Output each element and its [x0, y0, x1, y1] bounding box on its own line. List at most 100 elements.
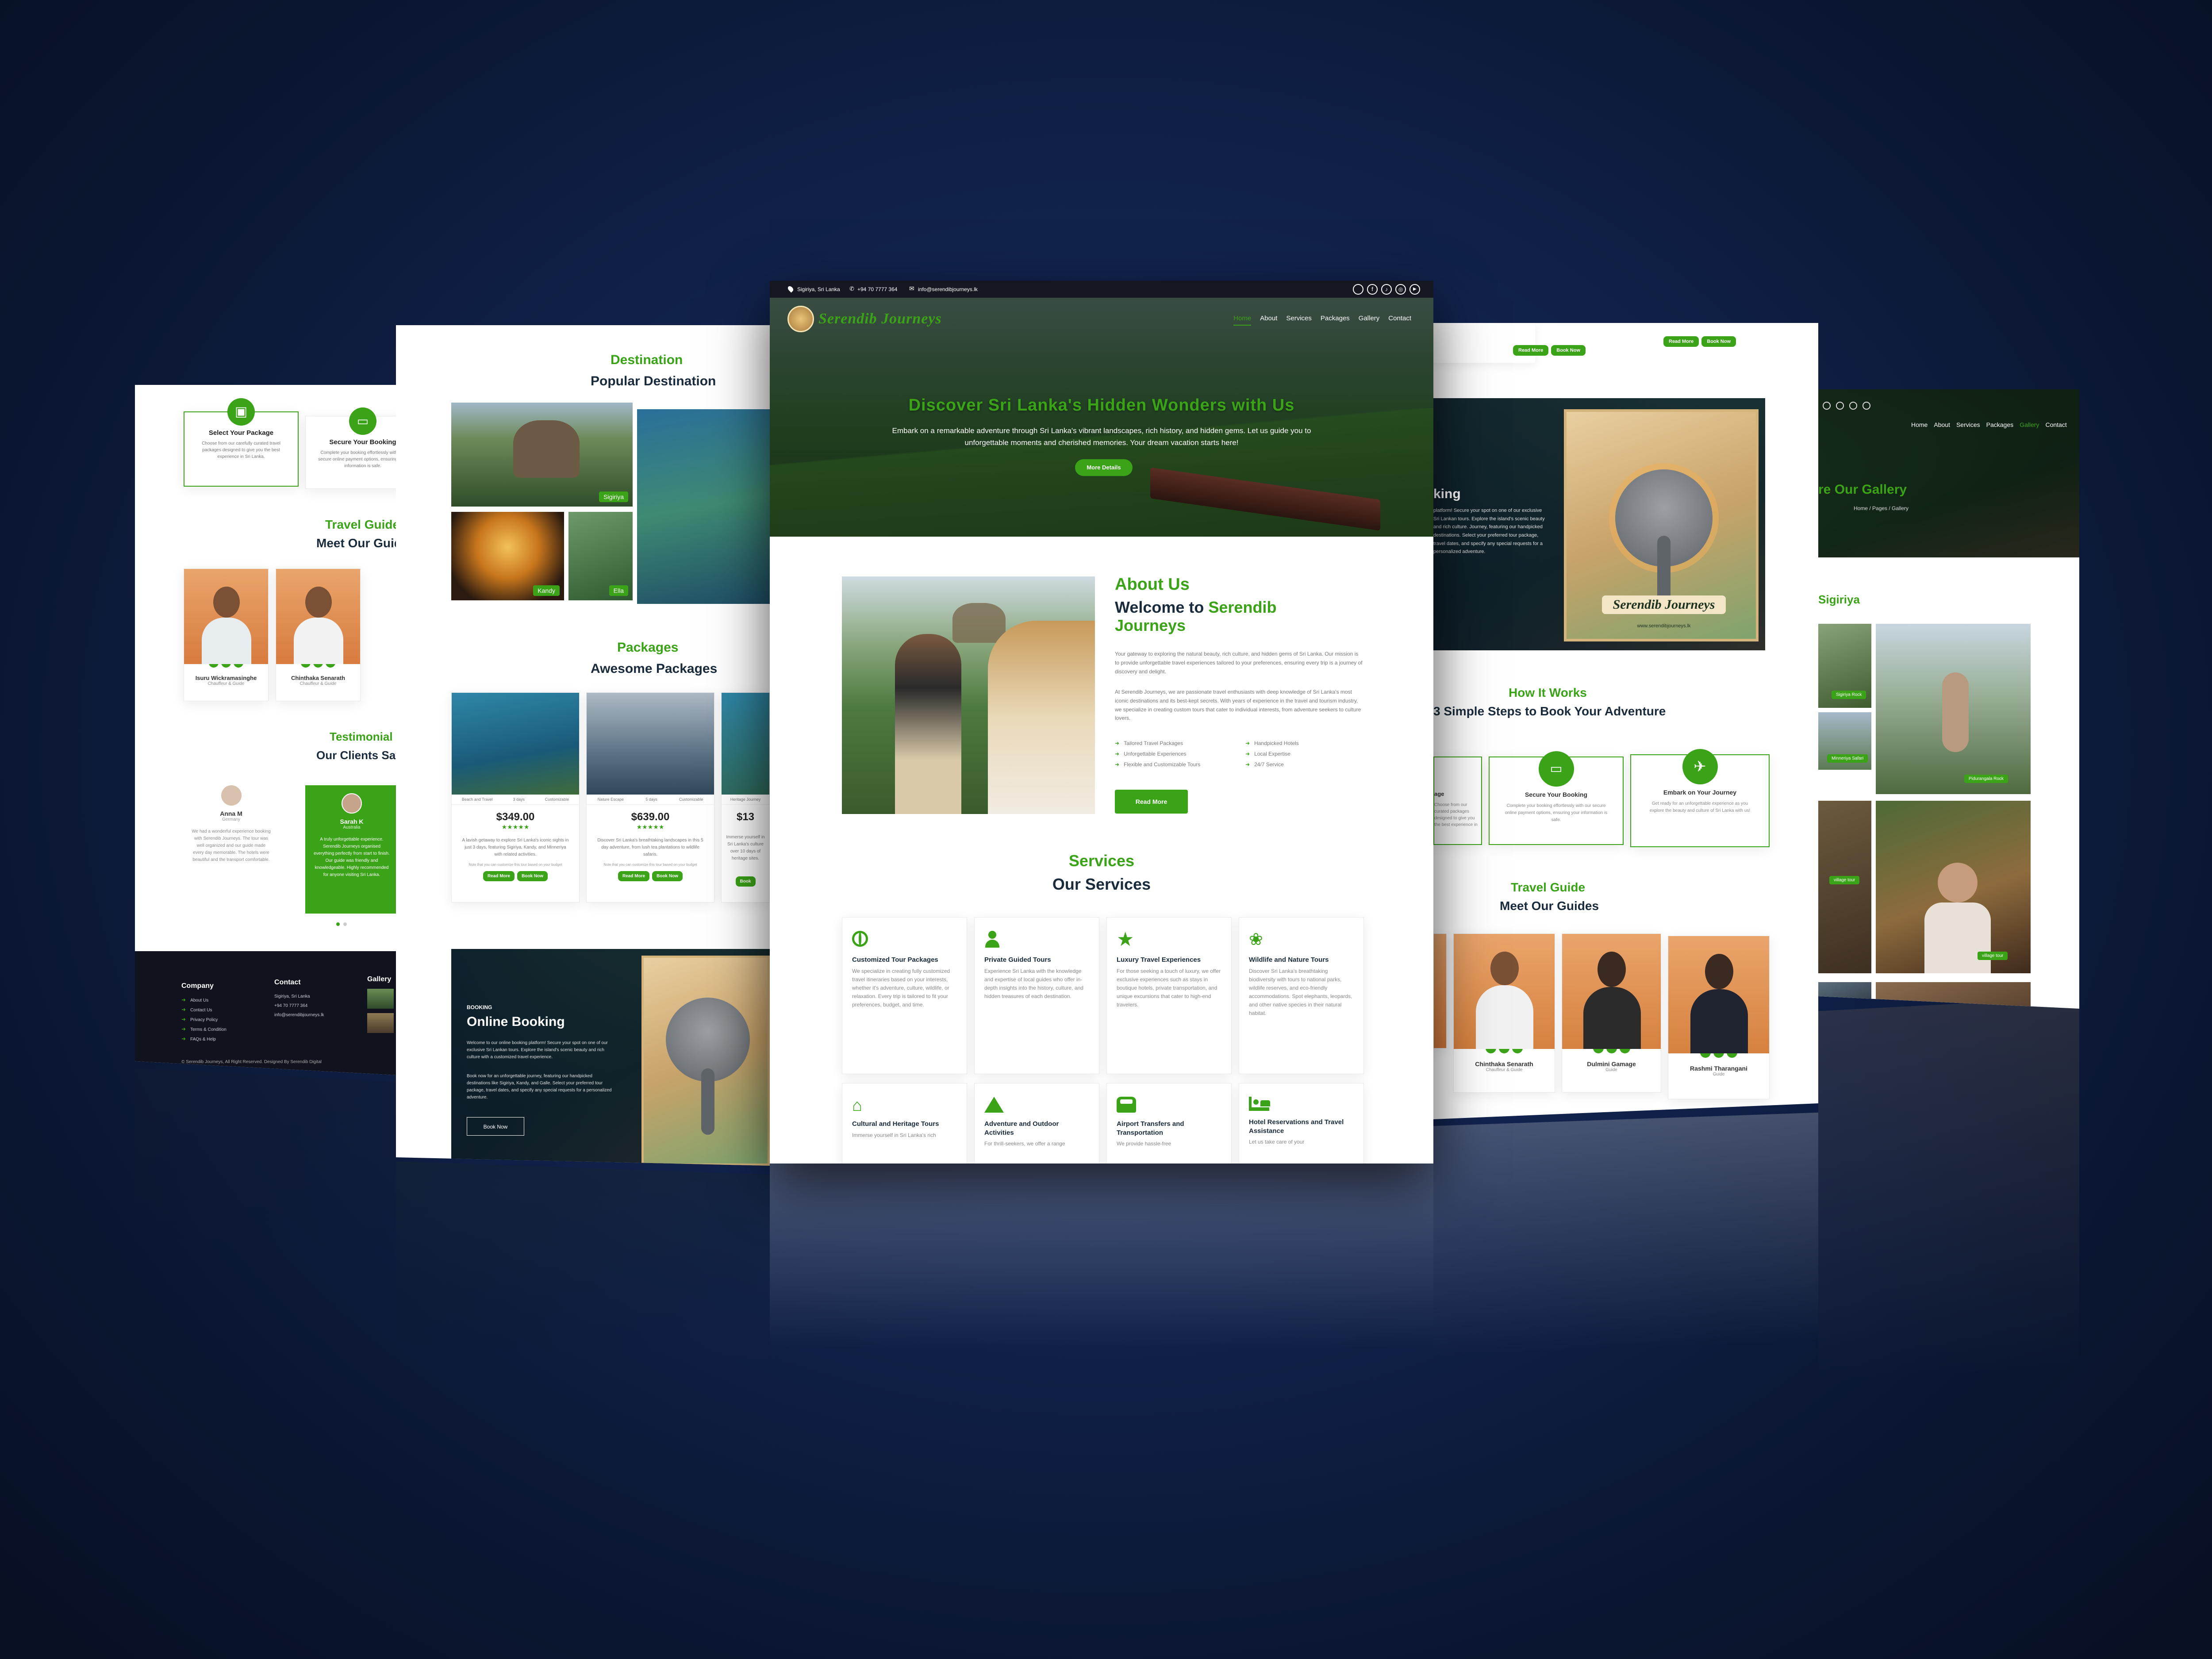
gallery-photo-village3[interactable] [1818, 982, 1871, 1009]
package-price: $349.00 [496, 811, 535, 823]
service-text: We specialize in creating fully customiz… [852, 968, 950, 1008]
services-heading: Our Services [1052, 875, 1151, 893]
footer-link-privacy[interactable]: Privacy Policy [181, 1015, 227, 1025]
nav-services[interactable]: Services [1286, 315, 1312, 326]
gallery-photo-rock[interactable]: Sigiriya Rock [1818, 624, 1871, 708]
book-now-button[interactable]: Book Now [517, 871, 548, 881]
footer-email[interactable]: info@serendibjourneys.lk [274, 1010, 324, 1020]
destination-photo-sigiriya[interactable]: Sigiriya [451, 403, 633, 507]
topbar-email[interactable]: info@serendibjourneys.lk [918, 286, 978, 292]
gallery-photo-village1[interactable]: village tour [1818, 801, 1871, 973]
nav-contact[interactable]: Contact [2045, 421, 2066, 428]
footer-company-title: Company [181, 982, 214, 990]
service-card[interactable]: Hotel Reservations and Travel Assistance… [1239, 1083, 1364, 1164]
book-now-button[interactable]: Book Now [1551, 345, 1586, 356]
nav-home[interactable]: Home [1233, 315, 1252, 326]
service-card[interactable]: Private Guided Tours Experience Sri Lank… [974, 917, 1099, 1074]
service-card[interactable]: Airport Transfers and Transportation We … [1106, 1083, 1232, 1164]
reflection-center [770, 1164, 1433, 1349]
topbar: Sigiriya, Sri Lanka ✆ +94 70 7777 364 ✉ … [770, 281, 1433, 298]
guide-photo [184, 569, 268, 664]
youtube-icon[interactable]: ▶ [1409, 284, 1420, 295]
footer-gallery-thumb[interactable] [367, 1013, 394, 1033]
destination-photo-kandy[interactable]: Kandy [451, 512, 564, 600]
book-now-button[interactable]: Book Now [652, 871, 683, 881]
tripadvisor-icon[interactable]: ◎ [1395, 284, 1406, 295]
guide-role: Guide [1713, 1072, 1725, 1077]
footer-link-faq[interactable]: FAQs & Help [181, 1034, 227, 1044]
footer-gallery-thumb[interactable] [367, 989, 394, 1009]
package-text: Immerse yourself in Sri Lanka's culture … [726, 835, 765, 861]
how-kicker: How It Works [1509, 686, 1587, 699]
carousel-dots[interactable] [336, 922, 347, 926]
package-note: Note that you can customize this tour ba… [603, 863, 697, 867]
nav-home[interactable]: Home [1911, 421, 1928, 428]
footer-address: Sigiriya, Sri Lanka [274, 994, 310, 999]
facebook-icon[interactable] [1836, 402, 1844, 410]
more-details-button[interactable]: More Details [1075, 459, 1133, 476]
read-more-button[interactable]: Read More [1115, 790, 1188, 814]
nav-contact[interactable]: Contact [1388, 315, 1411, 326]
instagram-icon[interactable] [1353, 284, 1363, 295]
footer-contact-title: Contact [274, 979, 301, 986]
footer-link-about[interactable]: About Us [181, 995, 227, 1005]
topbar-location: Sigiriya, Sri Lanka [797, 286, 840, 292]
guide-photo [276, 569, 360, 664]
testimonial-card-active: Sarah K Australia A truly unforgettable … [305, 785, 396, 914]
plane-icon: ✈ [1682, 749, 1718, 784]
service-title: Luxury Travel Experiences [1117, 956, 1201, 964]
read-more-button[interactable]: Read More [1663, 336, 1699, 347]
instagram-icon[interactable] [1823, 402, 1831, 410]
footer-link-contact[interactable]: Contact Us [181, 1005, 227, 1015]
guide-role: Chauffeur & Guide [207, 681, 245, 686]
facebook-icon[interactable]: f [1367, 284, 1378, 295]
feature-item: 24/7 Service [1245, 761, 1363, 768]
youtube-icon[interactable] [1863, 402, 1870, 410]
destination-photo-ella[interactable]: Ella [568, 512, 633, 600]
reflection-fourth [1433, 1112, 1818, 1356]
gallery-photo-lake[interactable]: Minneriya Safari [1818, 712, 1871, 770]
nav-services[interactable]: Services [1956, 421, 1980, 428]
read-more-button[interactable]: Read More [618, 871, 650, 881]
about-heading: Welcome to Serendib Journeys [1115, 598, 1327, 635]
nav-gallery[interactable]: Gallery [2020, 421, 2039, 428]
gallery-photo-village2[interactable]: village tour [1876, 801, 2031, 973]
guide-name: Rashmi Tharangani [1690, 1065, 1747, 1072]
book-now-button[interactable]: Book Now [1701, 336, 1736, 347]
read-more-button[interactable]: Read More [483, 871, 515, 881]
read-more-button[interactable]: Read More [1513, 345, 1549, 356]
destination-photo-coast[interactable] [637, 409, 770, 604]
service-card[interactable]: ★ Luxury Travel Experiences For those se… [1106, 917, 1232, 1074]
service-title: Private Guided Tours [984, 956, 1051, 964]
guides-kicker: Travel Guide [325, 518, 396, 531]
nav-about[interactable]: About [1934, 421, 1950, 428]
service-title: Customized Tour Packages [852, 956, 938, 964]
footer-gallery-title: Gallery [367, 975, 392, 983]
left-page-panel: ▣ Select Your Package Choose from our ca… [135, 385, 396, 1075]
feature-item: Tailored Travel Packages [1115, 740, 1245, 746]
guide-role: Guide [1605, 1068, 1617, 1072]
book-now-button[interactable]: Book Now [467, 1117, 524, 1136]
gallery-photo-yoga[interactable]: Pidurangala Rock [1876, 624, 2031, 794]
about-photo [842, 576, 1095, 814]
book-now-button[interactable]: Book [735, 876, 756, 887]
guide-role: Chauffeur & Guide [1486, 1068, 1523, 1072]
footer-link-terms[interactable]: Terms & Condition [181, 1025, 227, 1034]
nav-about[interactable]: About [1260, 315, 1277, 326]
tiktok-icon[interactable] [1849, 402, 1857, 410]
nav-packages[interactable]: Packages [1986, 421, 2013, 428]
service-card[interactable]: Customized Tour Packages We specialize i… [842, 917, 967, 1074]
service-card[interactable]: ⌂ Cultural and Heritage Tours Immerse yo… [842, 1083, 967, 1164]
brand-logo[interactable]: Serendib Journeys [787, 306, 942, 332]
gallery-hero: Home About Services Packages Gallery Con… [1818, 389, 2079, 557]
package-card: Nature Escape 5 days Customizable $639.0… [586, 692, 714, 902]
photo-tag: Minneriya Safari [1827, 754, 1868, 763]
package-price: $13 [736, 811, 755, 823]
nav-packages[interactable]: Packages [1321, 315, 1350, 326]
tiktok-icon[interactable]: ♪ [1381, 284, 1392, 295]
nav-gallery[interactable]: Gallery [1359, 315, 1380, 326]
booking-kicker: BOOKING [467, 1004, 492, 1010]
footer: Company About Us Contact Us Privacy Poli… [135, 951, 396, 1075]
service-card[interactable]: ❀ Wildlife and Nature Tours Discover Sri… [1239, 917, 1364, 1074]
service-card[interactable]: Adventure and Outdoor Activities For thr… [974, 1083, 1099, 1164]
